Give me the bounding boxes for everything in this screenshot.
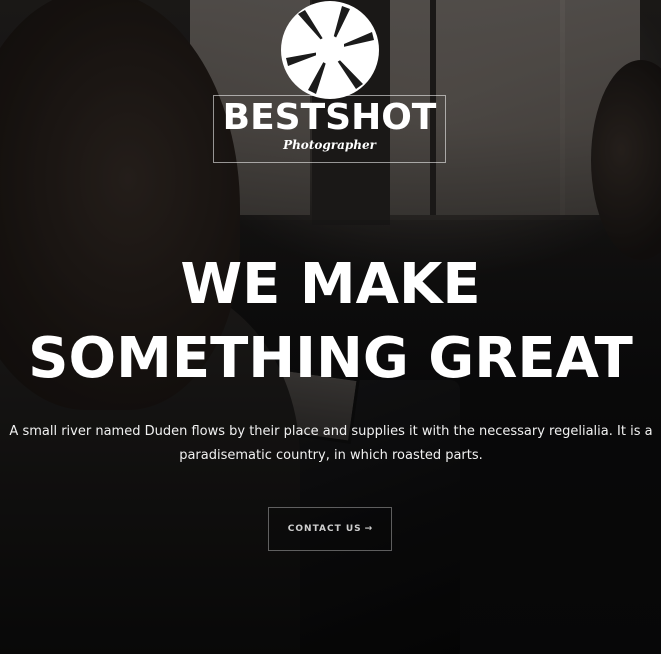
hero-headline: WE MAKE SOMETHING GREAT <box>0 248 661 396</box>
brand-tagline: Photographer <box>283 138 376 152</box>
logo-wordmark[interactable]: BESTSHOT Photographer <box>213 95 446 163</box>
brand-name: BESTSHOT <box>222 97 437 138</box>
hero-section: BESTSHOT Photographer WE MAKE SOMETHING … <box>0 0 661 654</box>
contact-us-button[interactable]: CONTACT US → <box>268 507 392 551</box>
hero-description: A small river named Duden flows by their… <box>9 424 653 463</box>
contact-us-label: CONTACT US <box>287 524 362 534</box>
hero-headline-line-1: WE MAKE <box>180 252 481 317</box>
camera-aperture-icon[interactable] <box>280 0 380 100</box>
hero-headline-line-2: SOMETHING GREAT <box>28 326 633 391</box>
arrow-right-icon: → <box>364 524 373 534</box>
